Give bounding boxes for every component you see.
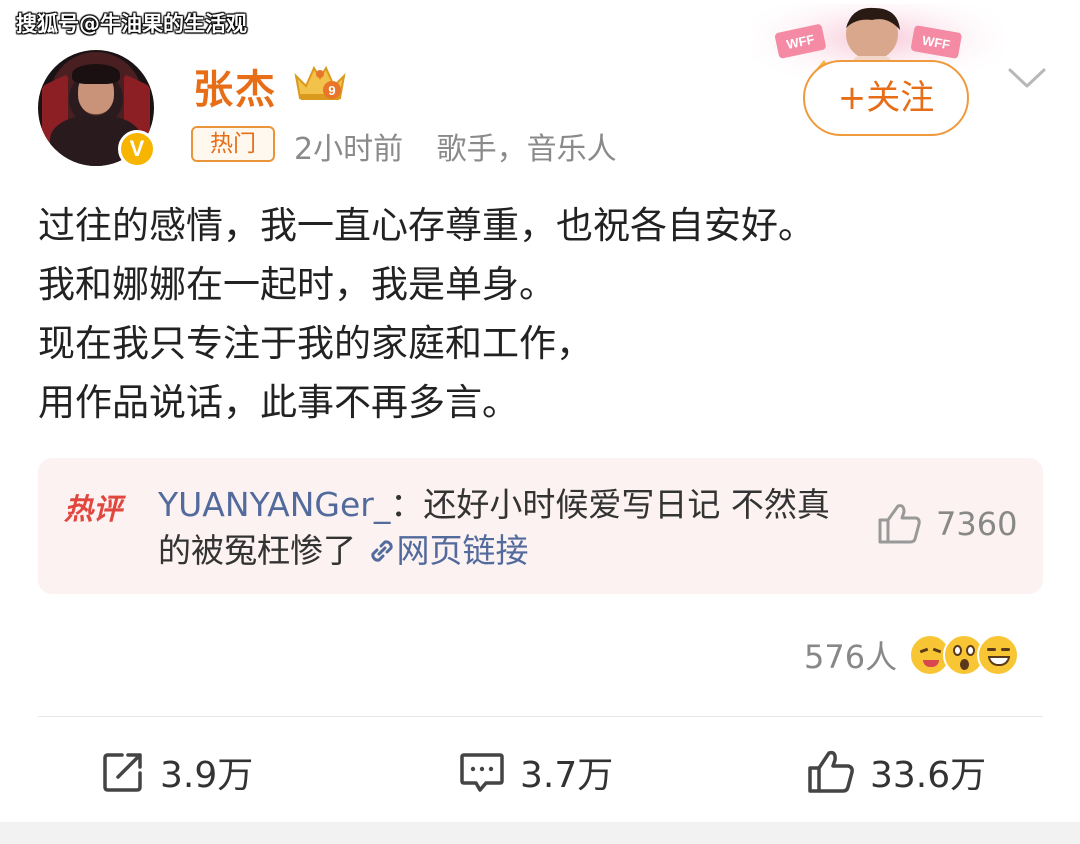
hot-comment-user[interactable]: YUANYANGer_ <box>158 485 390 524</box>
comment-icon <box>460 753 504 792</box>
repost-count: 3.9万 <box>160 755 254 796</box>
reactions-summary[interactable]: 576人 <box>804 632 1020 678</box>
hot-comment-separator: ： <box>390 485 424 524</box>
hot-comment-like-count: 7360 <box>936 505 1018 543</box>
watermark: 搜狐号@牛油果的生活观 <box>16 12 247 36</box>
thumbs-up-icon <box>808 750 854 793</box>
author-avatar-wrap[interactable]: V <box>38 50 156 168</box>
chevron-down-icon[interactable] <box>1004 62 1050 92</box>
hot-comment-like[interactable]: 7360 <box>876 502 1017 546</box>
web-link-label[interactable]: 网页链接 <box>397 531 529 570</box>
like-count: 33.6万 <box>870 755 987 796</box>
content-line: 用作品说话，此事不再多言。 <box>38 381 519 424</box>
link-icon <box>370 540 393 562</box>
follow-button[interactable]: +关注 <box>803 60 969 136</box>
content-line: 过往的感情，我一直心存尊重，也祝各自安好。 <box>38 204 815 247</box>
bottom-strip <box>0 822 1080 844</box>
like-button[interactable]: 33.6万 <box>806 746 986 798</box>
divider <box>38 716 1043 717</box>
content-line: 我和娜娜在一起时，我是单身。 <box>38 263 556 306</box>
level-number: 9 <box>328 83 335 98</box>
hot-comment-text: YUANYANGer_：还好小时候爱写日记 不然真的被冤枉惨了 网页链接 <box>158 482 838 574</box>
post-content: 过往的感情，我一直心存尊重，也祝各自安好。 我和娜娜在一起时，我是单身。 现在我… <box>38 196 1048 432</box>
hot-comment[interactable]: 热评 YUANYANGer_：还好小时候爱写日记 不然真的被冤枉惨了 网页链接 … <box>38 458 1043 594</box>
thumbs-up-icon <box>878 504 921 544</box>
comment-count: 3.7万 <box>520 755 614 796</box>
verified-icon: V <box>118 130 156 168</box>
author-description: 歌手，音乐人 <box>436 132 617 167</box>
crown-icon: 9 <box>294 65 346 100</box>
content-line: 现在我只专注于我的家庭和工作， <box>38 322 593 365</box>
web-link[interactable]: 网页链接 <box>367 531 529 570</box>
comment-button[interactable]: 3.7万 <box>458 746 613 798</box>
laugh-emoji-icon <box>977 634 1020 676</box>
repost-button[interactable]: 3.9万 <box>100 746 253 798</box>
reaction-count: 576人 <box>804 638 898 676</box>
author-name[interactable]: 张杰 <box>193 57 277 115</box>
hot-tag: 热门 <box>191 126 275 162</box>
post-time: 2小时前 <box>294 132 404 167</box>
hot-comment-tag: 热评 <box>64 492 123 526</box>
post-meta: 2小时前 歌手，音乐人 <box>294 124 617 168</box>
share-icon <box>103 753 142 792</box>
